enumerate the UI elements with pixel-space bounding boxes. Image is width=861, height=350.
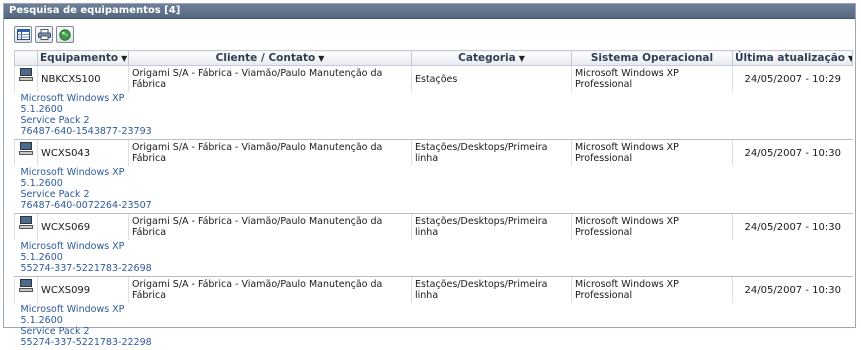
table-row[interactable]: NBKCXS100 Origami S/A - Fábrica - Viamão/… (14, 65, 853, 92)
os-detail-line: 55274-337-5221783-22698 (20, 263, 152, 274)
column-header-ultima-atualizacao[interactable]: Última atualização▼ (732, 50, 853, 66)
column-header-label: Sistema Operacional (590, 52, 714, 64)
column-header-equipamento[interactable]: Equipamento ▼ (37, 50, 129, 66)
client-cell: Origami S/A - Fábrica - Viamão/Paulo Man… (128, 139, 412, 166)
sort-arrow-icon: ▼ (518, 54, 525, 63)
panel-title: Pesquisa de equipamentos [4] (4, 4, 855, 19)
column-header-label: Categoria (458, 52, 516, 64)
grid-view-button[interactable] (14, 26, 32, 43)
print-icon (37, 29, 51, 40)
column-header-label: Cliente / Contato (215, 52, 316, 64)
equipment-cell[interactable]: NBKCXS100 (37, 65, 129, 92)
os-detail-line: 76487-640-1543877-23793 (20, 126, 152, 137)
equipment-search-panel: Pesquisa de equipamentos [4] Equipamento… (3, 3, 856, 348)
updated-cell: 24/05/2007 - 10:29 (732, 65, 853, 92)
toolbar (14, 26, 74, 44)
os-details: Microsoft Windows XP 5.1.2600 55274-337-52… (15, 240, 853, 277)
equipment-cell[interactable]: WCXS043 (37, 139, 129, 166)
equipment-table: Equipamento ▼ Cliente / Contato ▼ Categori… (14, 50, 853, 350)
os-details: Microsoft Windows XP 5.1.2600 Service Pack… (15, 92, 853, 140)
os-detail-line: 76487-640-0072264-23507 (20, 200, 152, 211)
os-detail-line: Service Pack 2 (20, 189, 90, 200)
os-detail-line: 5.1.2600 (20, 315, 63, 326)
table-row-detail: Microsoft Windows XP 5.1.2600 Service Pack… (15, 303, 853, 350)
table-row[interactable]: WCXS043 Origami S/A - Fábrica - Viamão/Pa… (14, 139, 853, 166)
computer-icon (19, 142, 33, 155)
os-details: Microsoft Windows XP 5.1.2600 Service Pack… (15, 166, 853, 214)
os-detail-line: 5.1.2600 (20, 252, 63, 263)
sort-arrow-icon: ▼ (121, 54, 128, 63)
os-cell: Microsoft Windows XP Professional (571, 213, 733, 240)
updated-cell: 24/05/2007 - 10:30 (732, 139, 853, 166)
os-cell: Microsoft Windows XP Professional (571, 276, 733, 303)
updated-cell: 24/05/2007 - 10:30 (732, 213, 853, 240)
os-cell: Microsoft Windows XP Professional (571, 65, 733, 92)
device-icon-cell (14, 213, 38, 240)
sort-arrow-icon: ▼ (318, 54, 325, 63)
grid-view-icon (16, 29, 30, 40)
table-row[interactable]: WCXS069 Origami S/A - Fábrica - Viamão/Pa… (14, 213, 853, 240)
table-header-row: Equipamento ▼ Cliente / Contato ▼ Categori… (14, 50, 853, 66)
updated-cell: 24/05/2007 - 10:30 (732, 276, 853, 303)
column-header-cliente-contato[interactable]: Cliente / Contato ▼ (128, 50, 412, 66)
os-detail-line: Microsoft Windows XP (20, 241, 125, 252)
os-detail-line: Service Pack 2 (20, 115, 90, 126)
equipment-cell[interactable]: WCXS099 (37, 276, 129, 303)
globe-button[interactable] (56, 26, 74, 43)
table-row-detail: Microsoft Windows XP 5.1.2600 55274-337-52… (15, 240, 853, 277)
category-cell: Estações/Desktops/Primeira linha (411, 276, 572, 303)
print-button[interactable] (35, 26, 53, 43)
device-icon-cell (14, 65, 38, 92)
category-cell: Estações/Desktops/Primeira linha (411, 139, 572, 166)
category-cell: Estações (411, 65, 572, 92)
os-detail-line: 5.1.2600 (20, 104, 63, 115)
os-detail-line: Microsoft Windows XP (20, 304, 125, 315)
computer-icon (19, 216, 33, 229)
column-header-categoria[interactable]: Categoria ▼ (411, 50, 572, 66)
column-header-label: Última atualização (735, 52, 846, 64)
client-cell: Origami S/A - Fábrica - Viamão/Paulo Man… (128, 213, 412, 240)
os-detail-line: Microsoft Windows XP (20, 167, 125, 178)
os-detail-line: Microsoft Windows XP (20, 93, 125, 104)
computer-icon (19, 279, 33, 292)
column-header-sistema-operacional[interactable]: Sistema Operacional (571, 50, 733, 66)
column-header-icon (14, 50, 38, 66)
os-cell: Microsoft Windows XP Professional (571, 139, 733, 166)
table-row-detail: Microsoft Windows XP 5.1.2600 Service Pack… (15, 166, 853, 214)
table-row-detail: Microsoft Windows XP 5.1.2600 Service Pack… (15, 92, 853, 140)
os-detail-line: 5.1.2600 (20, 178, 63, 189)
os-details: Microsoft Windows XP 5.1.2600 Service Pack… (15, 303, 853, 350)
category-cell: Estações/Desktops/Primeira linha (411, 213, 572, 240)
client-cell: Origami S/A - Fábrica - Viamão/Paulo Man… (128, 65, 412, 92)
os-detail-line: 55274-337-5221783-22298 (20, 337, 152, 348)
table-row[interactable]: WCXS099 Origami S/A - Fábrica - Viamão/Pa… (14, 276, 853, 303)
client-cell: Origami S/A - Fábrica - Viamão/Paulo Man… (128, 276, 412, 303)
column-header-label: Equipamento (40, 52, 119, 64)
device-icon-cell (14, 139, 38, 166)
computer-icon (19, 68, 33, 81)
equipment-cell[interactable]: WCXS069 (37, 213, 129, 240)
device-icon-cell (14, 276, 38, 303)
sort-arrow-icon: ▼ (848, 54, 851, 63)
globe-icon (59, 28, 71, 41)
